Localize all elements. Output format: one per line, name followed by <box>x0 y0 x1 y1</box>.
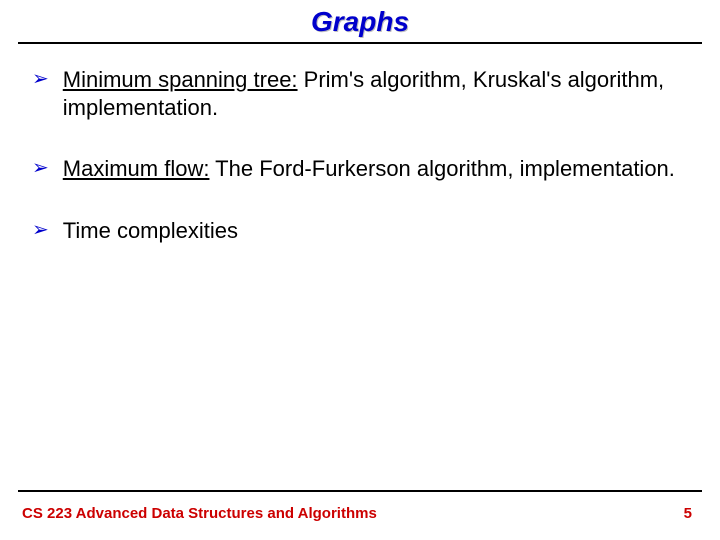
slide-title: Graphs <box>311 6 409 38</box>
footer-text: CS 223 Advanced Data Structures and Algo… <box>22 505 377 522</box>
title-wrap: Graphs <box>0 0 720 38</box>
list-item: ➢ Maximum flow: The Ford-Furkerson algor… <box>40 155 680 183</box>
content-area: ➢ Minimum spanning tree: Prim's algorith… <box>0 44 720 244</box>
bullet-icon: ➢ <box>32 155 49 181</box>
page-number: 5 <box>684 505 692 522</box>
list-item: ➢ Time complexities <box>40 217 680 245</box>
bullet-icon: ➢ <box>32 217 49 243</box>
item-lead: Minimum spanning tree: <box>63 67 298 92</box>
list-item: ➢ Minimum spanning tree: Prim's algorith… <box>40 66 680 121</box>
footer-divider <box>18 490 702 492</box>
item-rest: The Ford-Furkerson algorithm, implementa… <box>209 156 674 181</box>
item-text: Time complexities <box>63 217 680 245</box>
bullet-icon: ➢ <box>32 66 49 92</box>
item-rest: Time complexities <box>63 218 238 243</box>
slide: Graphs ➢ Minimum spanning tree: Prim's a… <box>0 0 720 540</box>
item-lead: Maximum flow: <box>63 156 210 181</box>
item-text: Maximum flow: The Ford-Furkerson algorit… <box>63 155 680 183</box>
item-text: Minimum spanning tree: Prim's algorithm,… <box>63 66 680 121</box>
